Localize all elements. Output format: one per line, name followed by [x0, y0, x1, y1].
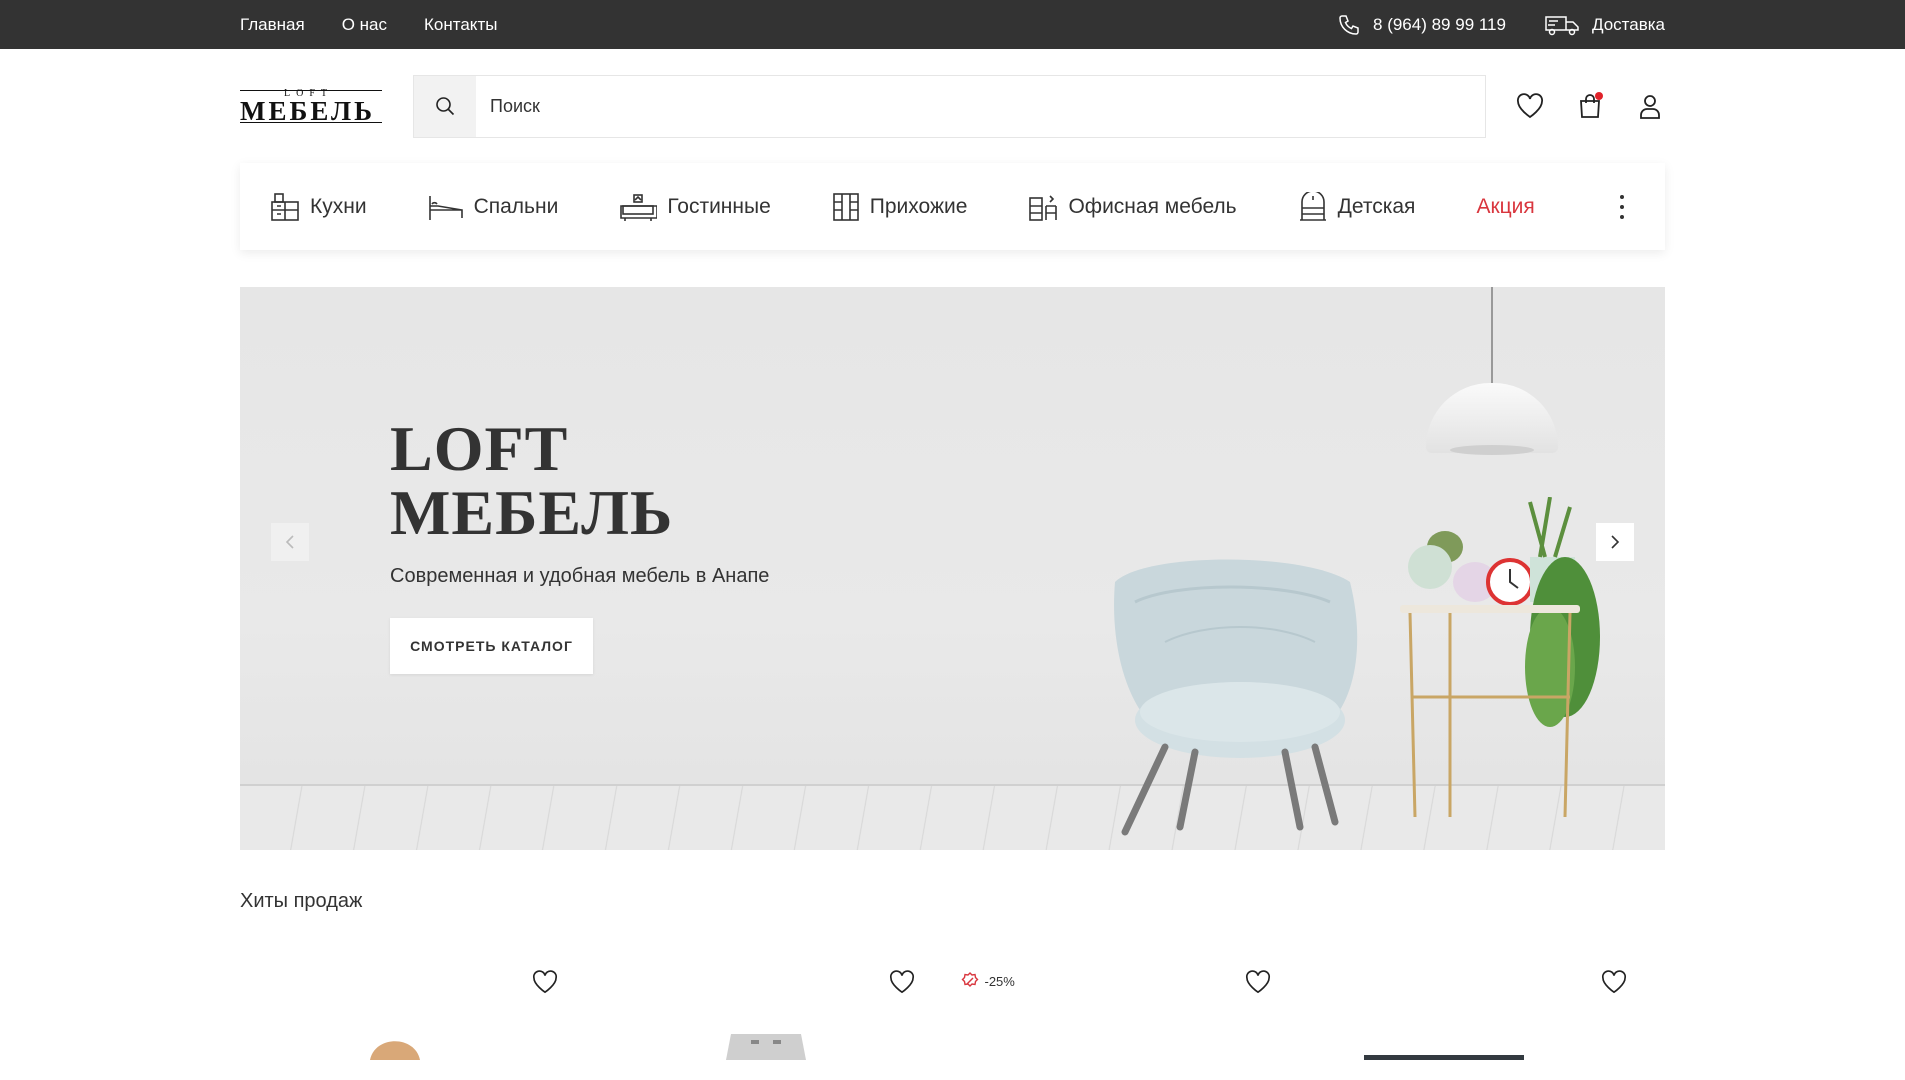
kitchen-icon — [271, 192, 299, 221]
dot-icon — [1620, 194, 1624, 199]
truck-icon — [1545, 15, 1579, 35]
category-label: Спальни — [473, 194, 559, 218]
bed-icon — [428, 195, 463, 220]
add-to-wishlist-button[interactable] — [1245, 970, 1271, 999]
wishlist-button[interactable] — [1515, 91, 1545, 121]
search-input[interactable] — [476, 75, 1485, 137]
heart-icon — [533, 970, 558, 994]
chevron-right-icon — [1611, 535, 1620, 549]
category-kids[interactable]: Детская — [1298, 191, 1416, 222]
product-card[interactable]: -25% — [953, 970, 1309, 1080]
add-to-wishlist-button[interactable] — [532, 970, 558, 999]
product-image — [370, 1041, 420, 1060]
side-table-illustration — [1400, 497, 1600, 818]
product-image — [726, 1034, 807, 1060]
lamp-bottom — [1450, 445, 1534, 455]
category-hallways[interactable]: Прихожие — [832, 192, 968, 222]
slider-prev-button[interactable] — [271, 523, 309, 561]
hero-slider: LOFT МЕБЕЛЬ Современная и удобная мебель… — [240, 287, 1665, 850]
category-label: Кухни — [310, 194, 367, 218]
product-list: -25% — [240, 970, 1665, 1080]
search-bar — [413, 74, 1486, 138]
search-icon — [436, 97, 455, 116]
site-logo[interactable]: LOFT МЕБЕЛЬ — [240, 88, 382, 126]
discount-icon — [961, 972, 978, 987]
dot-icon — [1620, 214, 1624, 219]
add-to-wishlist-button[interactable] — [1601, 970, 1627, 999]
add-to-wishlist-button[interactable] — [889, 970, 915, 999]
heart-icon — [1602, 970, 1626, 994]
account-button[interactable] — [1635, 91, 1665, 121]
phone-link[interactable]: 8 (964) 89 99 119 — [1337, 13, 1506, 37]
product-card[interactable] — [596, 970, 952, 1080]
view-catalog-button[interactable]: СМОТРЕТЬ КАТАЛОГ — [390, 618, 593, 674]
top-bar: Главная О нас Контакты 8 (964) 89 99 119… — [0, 0, 1905, 49]
category-office[interactable]: Офисная мебель — [1028, 192, 1237, 222]
nav-about-link[interactable]: О нас — [342, 15, 387, 35]
category-label: Акция — [1476, 194, 1535, 218]
product-card[interactable] — [1309, 970, 1665, 1080]
category-kitchens[interactable]: Кухни — [270, 192, 367, 222]
delivery-label: Доставка — [1591, 14, 1665, 34]
search-button[interactable] — [414, 75, 476, 137]
product-card[interactable] — [240, 970, 596, 1080]
top-nav: Главная О нас Контакты — [240, 15, 497, 35]
category-label: Офисная мебель — [1068, 194, 1237, 218]
category-sale[interactable]: Акция — [1476, 195, 1534, 219]
category-nav: Кухни Спальни Гостинные Прихожие Офисная… — [240, 163, 1665, 250]
chevron-left-icon — [285, 535, 294, 549]
heart-icon — [1517, 93, 1543, 119]
heart-icon — [889, 970, 914, 994]
armchair-illustration — [1114, 559, 1358, 836]
heart-icon — [1245, 970, 1270, 994]
delivery-link[interactable]: Доставка — [1544, 13, 1665, 37]
lamp-cord — [1491, 287, 1493, 387]
category-label: Прихожие — [869, 194, 968, 218]
user-icon — [1640, 95, 1660, 119]
office-icon — [1029, 194, 1058, 221]
hero-title: LOFT МЕБЕЛЬ — [390, 417, 673, 545]
more-menu-button[interactable] — [1619, 194, 1625, 219]
wardrobe-icon — [832, 192, 859, 221]
header: LOFT МЕБЕЛЬ — [240, 49, 1665, 163]
discount-badge: -25% — [961, 972, 1015, 990]
nav-home-link[interactable]: Главная — [240, 15, 305, 35]
nav-contacts-link[interactable]: Контакты — [424, 15, 497, 35]
dot-icon — [1620, 204, 1624, 209]
hero-title-line1: LOFT — [390, 413, 569, 484]
hero-title-line2: МЕБЕЛЬ — [390, 477, 674, 548]
discount-value: -25% — [984, 973, 1015, 989]
category-label: Гостинные — [667, 194, 771, 218]
phone-icon — [1339, 14, 1359, 35]
lamp-illustration — [1426, 383, 1558, 453]
sofa-icon — [620, 193, 658, 221]
category-label: Детская — [1337, 194, 1416, 218]
hero-subtitle: Современная и удобная мебель в Анапе — [390, 565, 770, 587]
kids-icon — [1299, 191, 1326, 221]
product-image — [1363, 1055, 1524, 1060]
phone-number: 8 (964) 89 99 119 — [1373, 14, 1506, 34]
section-title: Хиты продаж — [240, 890, 363, 912]
cart-button[interactable] — [1575, 91, 1605, 121]
category-bedrooms[interactable]: Спальни — [428, 192, 559, 222]
cart-indicator — [1595, 92, 1603, 100]
category-living-rooms[interactable]: Гостинные — [619, 192, 771, 222]
slider-next-button[interactable] — [1596, 523, 1634, 561]
